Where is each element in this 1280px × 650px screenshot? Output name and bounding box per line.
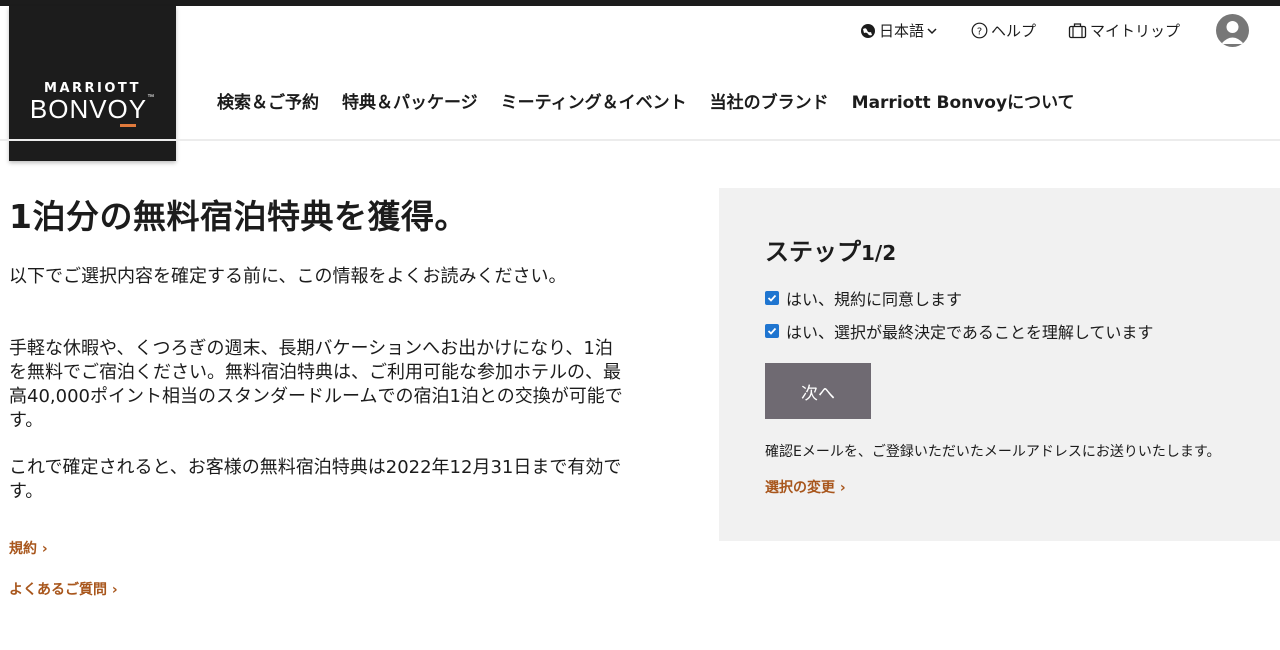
main-nav: 検索＆ご予約 特典＆パッケージ ミーティング＆イベント 当社のブランド Marr…	[217, 88, 1098, 113]
help-link[interactable]: ? ヘルプ	[971, 20, 1036, 41]
header-divider	[0, 139, 1280, 141]
chevron-down-icon	[927, 27, 937, 34]
next-button[interactable]: 次へ	[765, 363, 871, 419]
my-trip-label: マイトリップ	[1090, 22, 1181, 40]
confirmation-panel: ステップ1/2 はい、規約に同意します はい、選択が最終決定であることを理解して…	[719, 188, 1280, 541]
nav-item-offers-packages[interactable]: 特典＆パッケージ	[342, 88, 478, 113]
description-paragraph: 手軽な休暇や、くつろぎの週末、長期バケーションへお出かけになり、1泊を無料でご宿…	[9, 338, 623, 431]
my-trip-link[interactable]: マイトリップ	[1068, 20, 1180, 41]
agree-terms-checkbox-row[interactable]: はい、規約に同意します	[765, 286, 962, 310]
intro-paragraph: 以下でご選択内容を確定する前に、この情報をよくお読みください。	[9, 266, 567, 287]
agree-terms-label: はい、規約に同意します	[786, 290, 963, 309]
nav-item-search-booking[interactable]: 検索＆ご予約	[217, 88, 319, 113]
marriott-bonvoy-logo[interactable]: MARRIOTT BONVOY™	[9, 6, 176, 161]
agree-terms-checkbox[interactable]	[765, 291, 779, 305]
understand-final-label: はい、選択が最終決定であることを理解しています	[786, 323, 1154, 342]
question-circle-icon: ?	[971, 22, 988, 39]
step-indicator: ステップ1/2	[765, 238, 897, 266]
svg-text:?: ?	[977, 27, 982, 38]
logo-line2: BONVOY™	[29, 94, 156, 124]
understand-final-checkbox[interactable]	[765, 324, 779, 338]
nav-item-our-brands[interactable]: 当社のブランド	[710, 88, 829, 113]
top-bar	[0, 0, 1280, 6]
language-label: 日本語	[879, 22, 925, 40]
faq-link[interactable]: よくあるご質問 ›	[9, 579, 118, 599]
help-label: ヘルプ	[991, 22, 1037, 40]
checkmark-icon	[767, 294, 777, 302]
nav-item-about-bonvoy[interactable]: Marriott Bonvoyについて	[852, 88, 1075, 113]
terms-link[interactable]: 規約 ›	[9, 538, 48, 558]
globe-icon	[861, 23, 875, 38]
suitcase-icon	[1068, 23, 1087, 39]
language-selector[interactable]: 日本語	[860, 20, 941, 41]
validity-paragraph: これで確定されると、お客様の無料宿泊特典は2022年12月31日まで有効です。	[9, 457, 622, 502]
logo-accent-bar	[120, 124, 136, 127]
checkmark-icon	[767, 327, 777, 335]
user-avatar-icon[interactable]	[1216, 14, 1249, 47]
email-confirmation-note: 確認Eメールを、ご登録いただいたメールアドレスにお送りいたします。	[765, 444, 1221, 460]
understand-final-checkbox-row[interactable]: はい、選択が最終決定であることを理解しています	[765, 319, 1153, 343]
change-selection-link[interactable]: 選択の変更 ›	[765, 477, 846, 497]
nav-item-meetings-events[interactable]: ミーティング＆イベント	[501, 88, 687, 113]
page-title: 1泊分の無料宿泊特典を獲得。	[9, 197, 468, 236]
